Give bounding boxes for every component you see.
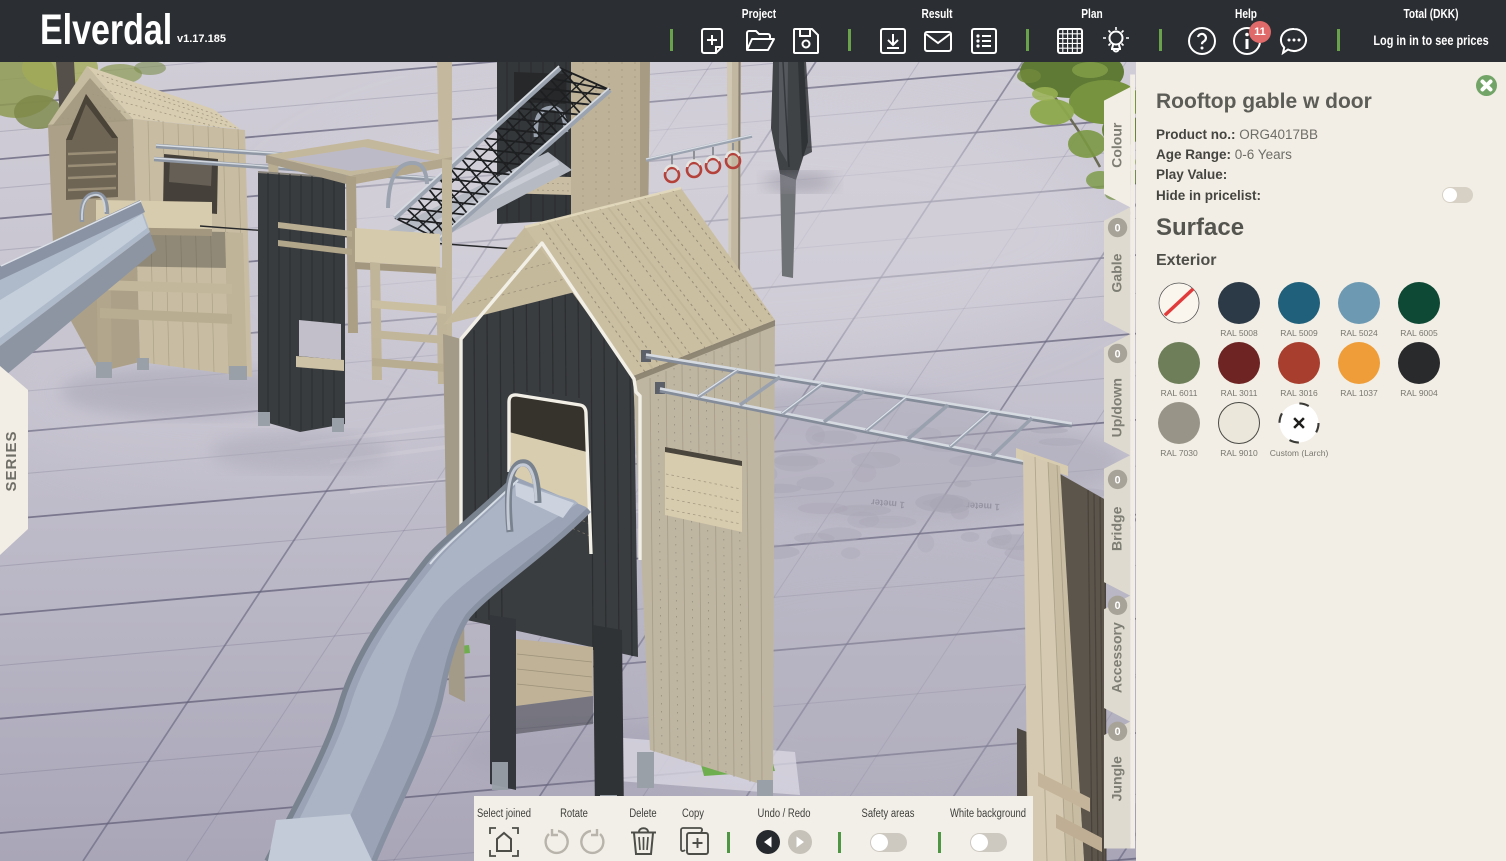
svg-text:0: 0	[1115, 348, 1121, 360]
svg-text:0: 0	[1115, 600, 1121, 612]
svg-text:0: 0	[1115, 726, 1121, 738]
svg-text:Jungle: Jungle	[1108, 756, 1124, 801]
svg-text:Accessory: Accessory	[1108, 622, 1124, 693]
svg-text:0: 0	[1115, 474, 1121, 486]
svg-text:0: 0	[1115, 222, 1121, 234]
svg-text:SERIES: SERIES	[3, 430, 20, 491]
svg-text:Gable: Gable	[1108, 253, 1124, 292]
svg-text:Up/down: Up/down	[1108, 378, 1124, 437]
svg-text:Bridge: Bridge	[1108, 506, 1124, 551]
svg-text:Colour: Colour	[1108, 122, 1124, 168]
